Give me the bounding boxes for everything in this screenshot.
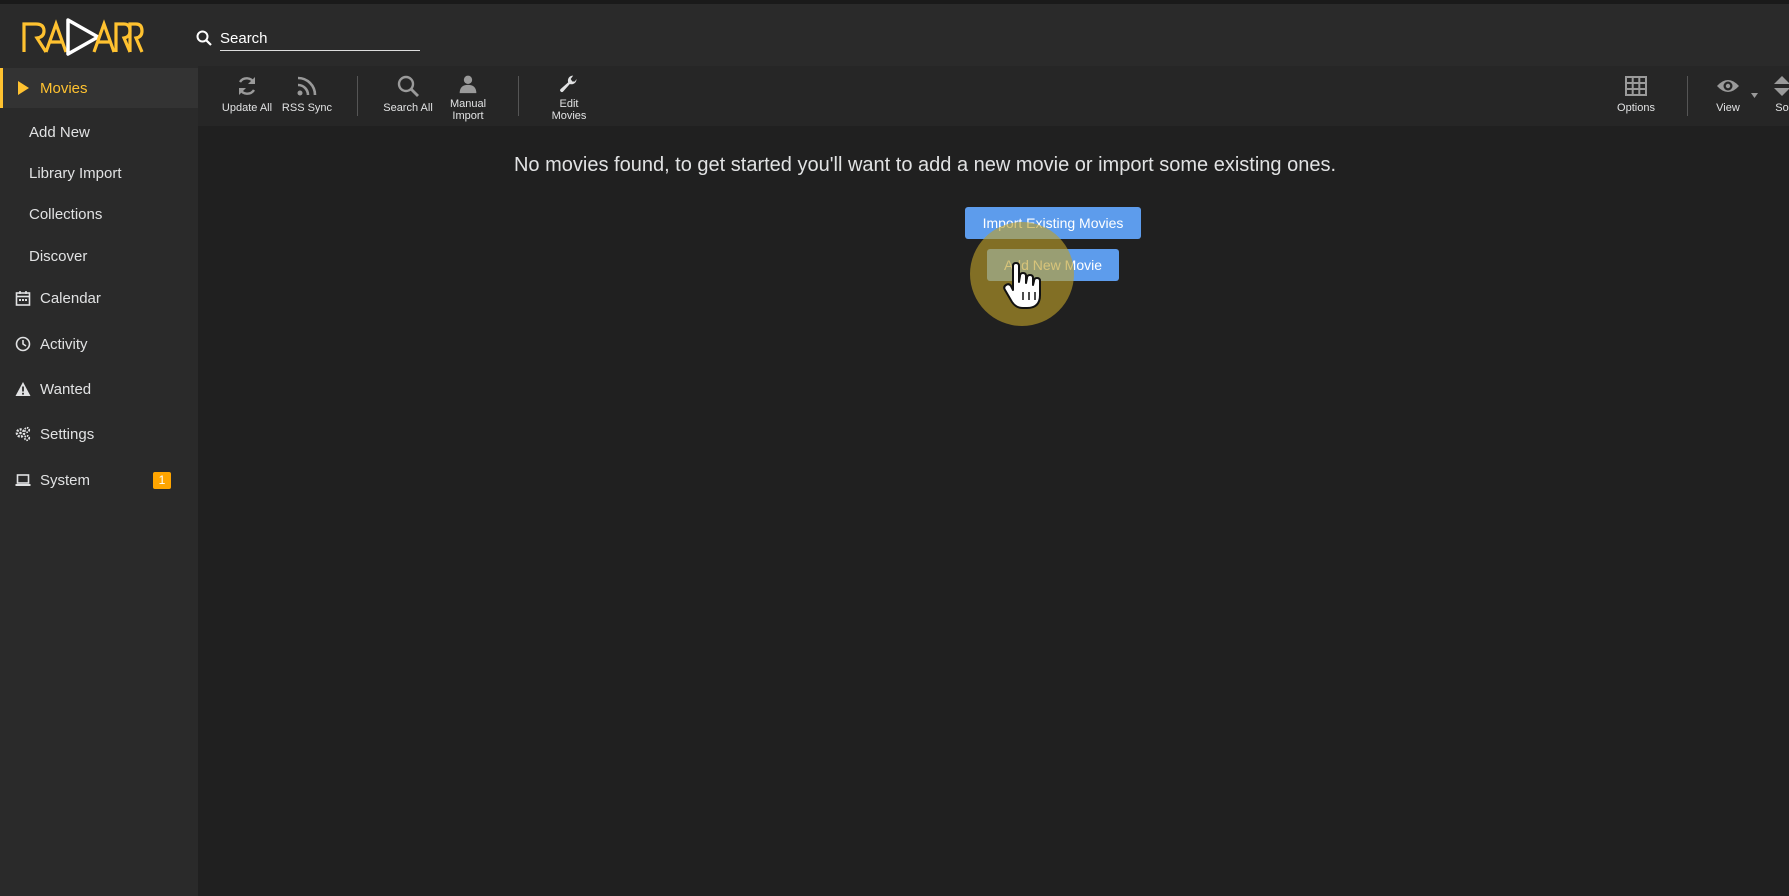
- sidebar-item-library-import[interactable]: Library Import: [0, 153, 198, 193]
- toolbar-label: Search All: [383, 102, 433, 114]
- status-badge: 1: [153, 472, 171, 489]
- calendar-icon: [15, 291, 31, 306]
- sidebar-item-discover[interactable]: Discover: [0, 236, 198, 276]
- clock-icon: [15, 336, 31, 352]
- empty-state-message: No movies found, to get started you'll w…: [513, 154, 1336, 176]
- sidebar-item-system[interactable]: System 1: [0, 460, 198, 500]
- sidebar-item-add-new[interactable]: Add New: [0, 112, 198, 152]
- sidebar-item-activity[interactable]: Activity: [0, 324, 198, 364]
- search-input[interactable]: [220, 26, 420, 51]
- toolbar-label: So: [1775, 102, 1789, 114]
- sort-menu-button[interactable]: So: [1751, 72, 1789, 122]
- search-icon: [196, 30, 212, 46]
- toolbar-label: Edit Movies: [552, 98, 587, 122]
- sidebar-item-label: Movies: [40, 79, 88, 97]
- search-icon: [397, 75, 419, 97]
- search-all-button[interactable]: Search All: [375, 72, 441, 122]
- radarr-app: Movies Add New Library Import Collection…: [0, 0, 1789, 896]
- play-icon: [18, 81, 29, 95]
- toolbar-label: RSS Sync: [281, 102, 333, 114]
- sidebar-item-calendar[interactable]: Calendar: [0, 278, 198, 318]
- radarr-logo[interactable]: [22, 16, 144, 58]
- sidebar-item-label: Settings: [40, 425, 95, 443]
- toolbar-label-line: Edit: [559, 98, 579, 110]
- rss-icon: [297, 76, 317, 96]
- sidebar-item-collections[interactable]: Collections: [0, 194, 198, 234]
- update-all-button[interactable]: Update All: [214, 72, 280, 122]
- sort-icon: [1774, 76, 1789, 96]
- toolbar-label: Update All: [221, 102, 273, 114]
- rss-sync-button[interactable]: RSS Sync: [274, 72, 340, 122]
- sidebar: Movies Add New Library Import Collection…: [0, 66, 198, 896]
- sidebar-item-label: Calendar: [40, 289, 101, 307]
- toolbar-label-line: Movies: [551, 110, 587, 122]
- main-content: No movies found, to get started you'll w…: [198, 126, 1789, 896]
- add-new-movie-button[interactable]: Add New Movie: [987, 249, 1119, 281]
- sidebar-item-movies[interactable]: Movies: [0, 68, 198, 108]
- sidebar-item-settings[interactable]: Settings: [0, 414, 198, 454]
- options-button[interactable]: Options: [1603, 72, 1669, 122]
- toolbar-separator: [1687, 76, 1688, 116]
- manual-import-button[interactable]: Manual Import: [435, 72, 501, 122]
- warning-icon: [15, 382, 31, 396]
- table-icon: [1625, 76, 1647, 96]
- refresh-icon: [238, 77, 256, 95]
- sidebar-item-label: Activity: [40, 335, 88, 353]
- page-toolbar: Update All RSS Sync Search All Manual Im…: [198, 66, 1789, 126]
- sidebar-item-wanted[interactable]: Wanted: [0, 369, 198, 409]
- wrench-icon: [560, 75, 577, 93]
- eye-icon: [1717, 80, 1739, 92]
- sidebar-item-label: Collections: [29, 205, 103, 223]
- sidebar-item-label: System: [40, 471, 91, 489]
- toolbar-separator: [518, 76, 519, 116]
- toolbar-label-line: Import: [452, 110, 484, 122]
- top-bar: [0, 0, 1789, 66]
- sidebar-item-label: Discover: [29, 247, 88, 265]
- gears-icon: [15, 426, 31, 442]
- sidebar-item-label: Add New: [29, 123, 90, 141]
- import-existing-movies-button[interactable]: Import Existing Movies: [965, 207, 1141, 239]
- edit-movies-button[interactable]: Edit Movies: [536, 72, 602, 122]
- toolbar-label-line: Manual: [449, 98, 487, 110]
- toolbar-separator: [357, 76, 358, 116]
- sidebar-item-label: Wanted: [40, 380, 92, 398]
- sidebar-item-label: Library Import: [29, 164, 122, 182]
- toolbar-label: Manual Import: [450, 98, 486, 122]
- toolbar-label: Options: [1617, 102, 1655, 114]
- laptop-icon: [15, 474, 31, 486]
- toolbar-label: View: [1716, 102, 1740, 114]
- user-icon: [459, 75, 477, 94]
